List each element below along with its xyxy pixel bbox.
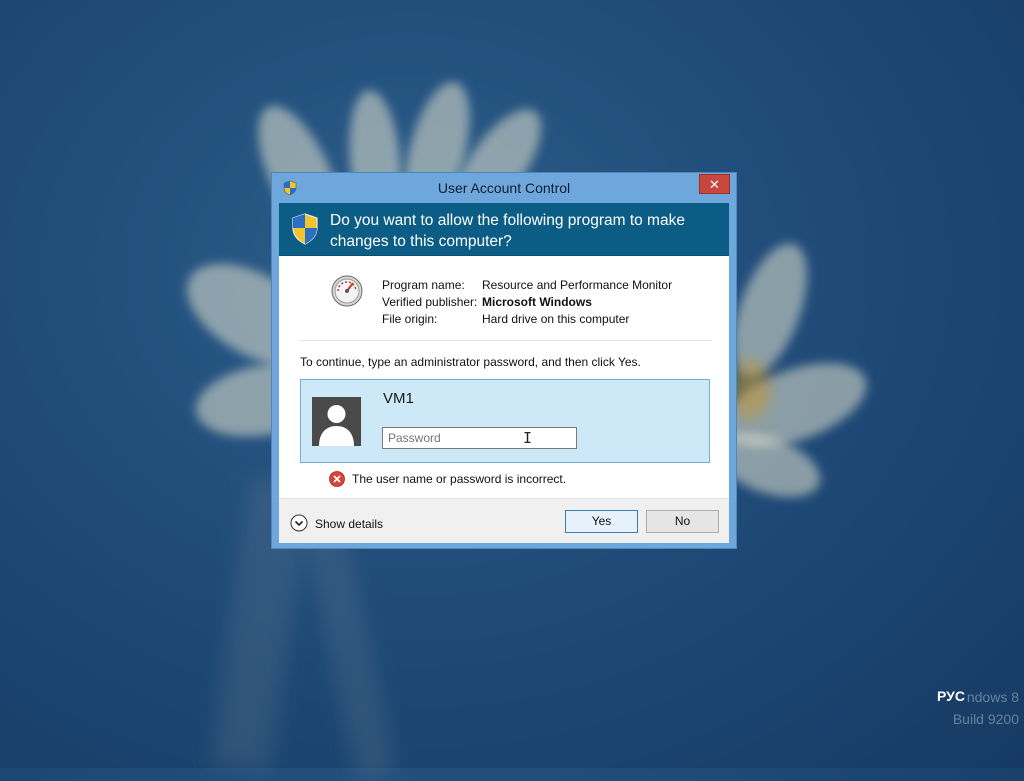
user-avatar [312, 397, 361, 446]
credential-tile[interactable]: VM1 I [300, 379, 710, 463]
program-name-label: Program name: [382, 278, 465, 292]
no-button[interactable]: No [646, 510, 719, 533]
yes-button[interactable]: Yes [565, 510, 638, 533]
title-bar[interactable]: User Account Control ✕ [272, 173, 736, 203]
performance-monitor-icon [331, 275, 363, 307]
dialog-footer: Show details Yes No [279, 498, 729, 543]
error-icon [329, 471, 345, 487]
publisher-value: Microsoft Windows [482, 295, 592, 309]
user-silhouette-icon [319, 405, 354, 446]
watermark-line-1: ndows 8 [966, 689, 1019, 705]
file-origin-label: File origin: [382, 312, 438, 326]
uac-dialog: User Account Control ✕ Do you want to al… [271, 172, 737, 549]
error-message: The user name or password is incorrect. [352, 472, 567, 486]
dialog-title: User Account Control [437, 180, 571, 196]
text-cursor-icon: I [523, 429, 533, 447]
program-name-value: Resource and Performance Monitor [482, 278, 673, 292]
uac-shield-icon [292, 213, 318, 245]
chevron-down-icon[interactable] [290, 514, 308, 532]
windows-build-watermark: ndows 8 Build 9200 [953, 686, 1019, 730]
password-input[interactable] [382, 427, 577, 449]
close-button[interactable]: ✕ [699, 174, 730, 194]
question-header: Do you want to allow the following progr… [279, 203, 729, 256]
account-username: VM1 [383, 390, 414, 407]
publisher-label: Verified publisher: [382, 295, 478, 309]
show-details-link[interactable]: Show details [315, 517, 383, 531]
dialog-body: Do you want to allow the following progr… [279, 203, 729, 543]
watermark-line-2: Build 9200 [952, 711, 1019, 727]
question-text: Do you want to allow the following progr… [330, 212, 685, 250]
section-divider [300, 340, 712, 341]
file-origin-value: Hard drive on this computer [482, 312, 630, 326]
password-prompt: To continue, type an administrator passw… [300, 355, 641, 369]
